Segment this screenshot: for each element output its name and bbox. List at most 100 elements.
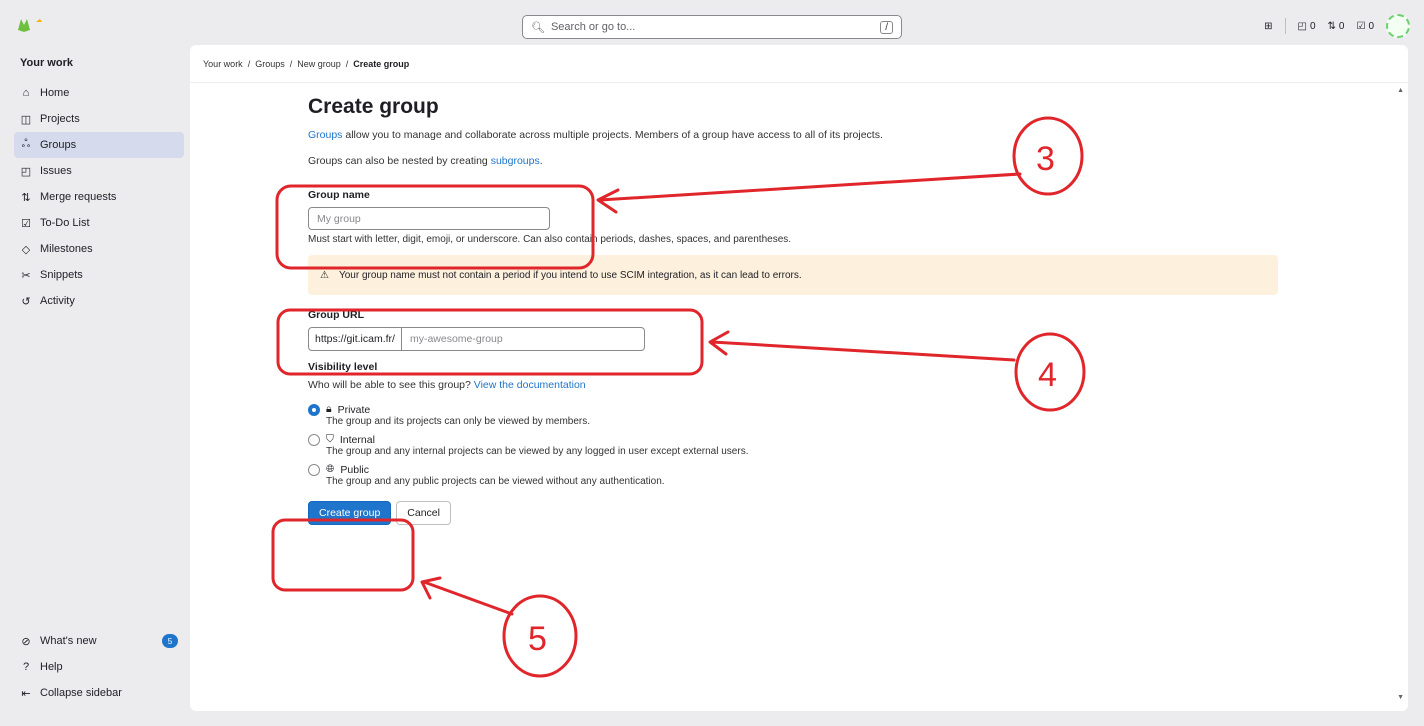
- snippet-icon: ✂: [21, 269, 31, 282]
- view-documentation-link[interactable]: View the documentation: [474, 379, 586, 391]
- activity-icon: ↺: [21, 295, 31, 308]
- create-group-button[interactable]: Create group: [308, 501, 392, 525]
- issues-icon: ◰: [20, 165, 32, 178]
- visibility-question-text: Who will be able to see this group?: [308, 379, 474, 391]
- breadcrumb-separator: /: [247, 58, 251, 69]
- shield-icon: ⛉: [326, 433, 334, 445]
- breadcrumb-current: Create group: [353, 58, 410, 69]
- sidebar-item-projects[interactable]: ◫ Projects: [14, 106, 184, 132]
- sidebar-item-issues[interactable]: ◰ Issues: [14, 158, 184, 184]
- sidebar-item-merge-requests[interactable]: ⇅ Merge requests: [14, 184, 184, 210]
- todo-icon: ☑: [1356, 20, 1366, 32]
- collapse-sidebar-button[interactable]: ⇤ Collapse sidebar: [14, 680, 184, 706]
- visibility-public-radio[interactable]: 🌐︎ Public: [308, 463, 1280, 476]
- page-title: Create group: [308, 95, 439, 118]
- breadcrumb-separator: /: [289, 58, 293, 69]
- intro-text: Groups allow you to manage and collabora…: [308, 129, 1280, 141]
- scroll-up-arrow-icon[interactable]: ▲: [1397, 87, 1404, 94]
- breadcrumb-your-work[interactable]: Your work: [203, 59, 243, 69]
- intro-body: allow you to manage and collaborate acro…: [342, 129, 883, 141]
- alert-text: Your group name must not contain a perio…: [338, 269, 802, 281]
- subgroups-link[interactable]: subgroups: [491, 155, 540, 167]
- assigned-issues-button[interactable]: ◰ 0: [1298, 21, 1316, 32]
- compass-icon: ⊘: [21, 635, 31, 648]
- visibility-label: Visibility level: [308, 361, 378, 373]
- sidebar-item-label: Activity: [40, 295, 75, 307]
- home-icon: ⌂: [22, 87, 30, 99]
- globe-icon: 🌐︎: [326, 463, 335, 475]
- todo-button[interactable]: ☑ 0: [1356, 21, 1374, 32]
- issues-icon: ◰: [1297, 20, 1307, 32]
- merge-request-icon: ⇅: [21, 191, 31, 204]
- search-shortcut-key: /: [880, 20, 893, 34]
- todo-icon: ☑: [21, 217, 31, 230]
- private-desc: The group and its projects can only be v…: [326, 416, 591, 427]
- breadcrumb-separator: /: [345, 58, 349, 69]
- project-icon: ◫: [20, 113, 32, 126]
- nested-body: Groups can also be nested by creating: [308, 155, 491, 167]
- scroll-down-arrow-icon[interactable]: ▼: [1397, 694, 1404, 701]
- sidebar-item-label: Issues: [40, 165, 72, 177]
- group-name-input[interactable]: My group: [308, 207, 550, 230]
- radio-public[interactable]: [308, 463, 320, 476]
- sidebar: Your work ⌂ Home ◫ Projects ஃ Groups ◰ Issues ⇅ M…: [0, 44, 190, 726]
- group-url-input[interactable]: my-awesome-group: [401, 327, 645, 351]
- user-avatar[interactable]: [1386, 14, 1410, 38]
- sidebar-item-label: Projects: [40, 113, 80, 125]
- sidebar-item-label: Milestones: [40, 243, 93, 255]
- merge-requests-button[interactable]: ⇅ 0: [1328, 21, 1345, 32]
- whats-new-label: What's new: [40, 635, 97, 647]
- top-right-controls: ⊞ ◰ 0 ⇅ 0 ☑ 0: [1264, 14, 1410, 38]
- group-name-hint: Must start with letter, digit, emoji, or…: [308, 234, 792, 245]
- plus-square-icon: ⊞: [1264, 20, 1273, 32]
- sidebar-item-to-do-list[interactable]: ☑ To-Do List: [14, 210, 184, 236]
- sidebar-item-activity[interactable]: ↺ Activity: [14, 288, 184, 314]
- search-icon: 🔍︎: [531, 21, 545, 34]
- visibility-private-radio[interactable]: 🔒︎ Private: [308, 403, 1280, 416]
- group-name-placeholder: My group: [317, 212, 361, 225]
- sidebar-nav: ⌂ Home ◫ Projects ஃ Groups ◰ Issues ⇅ Merge reque…: [14, 80, 184, 314]
- merge-request-icon: ⇅: [1327, 20, 1336, 32]
- radio-private[interactable]: [308, 403, 320, 416]
- radio-internal[interactable]: [308, 433, 320, 446]
- todo-count: 0: [1368, 20, 1374, 32]
- sidebar-item-home[interactable]: ⌂ Home: [14, 80, 184, 106]
- sidebar-item-snippets[interactable]: ✂ Snippets: [14, 262, 184, 288]
- sidebar-title: Your work: [20, 57, 73, 69]
- collapse-icon: ⇤: [21, 687, 31, 700]
- public-label: Public: [340, 463, 370, 476]
- search-bar[interactable]: 🔍︎ Search or go to... /: [522, 15, 902, 39]
- breadcrumb: Your work / Groups / New group / Create …: [190, 45, 1408, 83]
- whats-new-badge: 5: [162, 634, 178, 648]
- sidebar-item-label: Snippets: [40, 269, 83, 281]
- create-new-button[interactable]: ⊞: [1264, 21, 1272, 32]
- form-actions: Create group Cancel: [308, 501, 1280, 525]
- cancel-button[interactable]: Cancel: [396, 501, 451, 525]
- group-icon: ஃ: [21, 138, 31, 150]
- whats-new-button[interactable]: ⊘ What's new 5: [14, 628, 184, 654]
- help-button[interactable]: ? Help: [14, 654, 184, 680]
- warning-icon: ⚠: [320, 269, 329, 281]
- sidebar-item-label: Merge requests: [40, 191, 117, 203]
- sidebar-footer: ⊘ What's new 5 ? Help ⇤ Collapse sidebar: [14, 628, 184, 706]
- visibility-question: Who will be able to see this group? View…: [308, 379, 1280, 391]
- search-placeholder: Search or go to...: [550, 21, 636, 33]
- visibility-internal-radio[interactable]: ⛉ Internal: [308, 433, 1280, 446]
- mr-count: 0: [1338, 20, 1345, 32]
- internal-label: Internal: [339, 433, 375, 446]
- sidebar-item-groups[interactable]: ஃ Groups: [14, 132, 184, 158]
- gitlab-logo-icon[interactable]: [16, 16, 50, 32]
- group-url-field: https://git.icam.fr/ my-awesome-group: [308, 327, 1280, 351]
- sidebar-item-label: To-Do List: [40, 217, 90, 229]
- lock-icon: 🔒︎: [326, 403, 332, 415]
- groups-link[interactable]: Groups: [308, 129, 342, 141]
- internal-desc: The group and any internal projects can …: [326, 446, 749, 457]
- breadcrumb-groups[interactable]: Groups: [255, 59, 285, 69]
- collapse-label: Collapse sidebar: [40, 687, 122, 699]
- sidebar-item-milestones[interactable]: ◇ Milestones: [14, 236, 184, 262]
- group-name-label: Group name: [308, 189, 370, 201]
- main-panel: Your work / Groups / New group / Create …: [190, 45, 1408, 711]
- breadcrumb-new-group[interactable]: New group: [297, 59, 341, 69]
- nested-text: Groups can also be nested by creating su…: [308, 155, 1280, 167]
- help-icon: ?: [22, 661, 30, 673]
